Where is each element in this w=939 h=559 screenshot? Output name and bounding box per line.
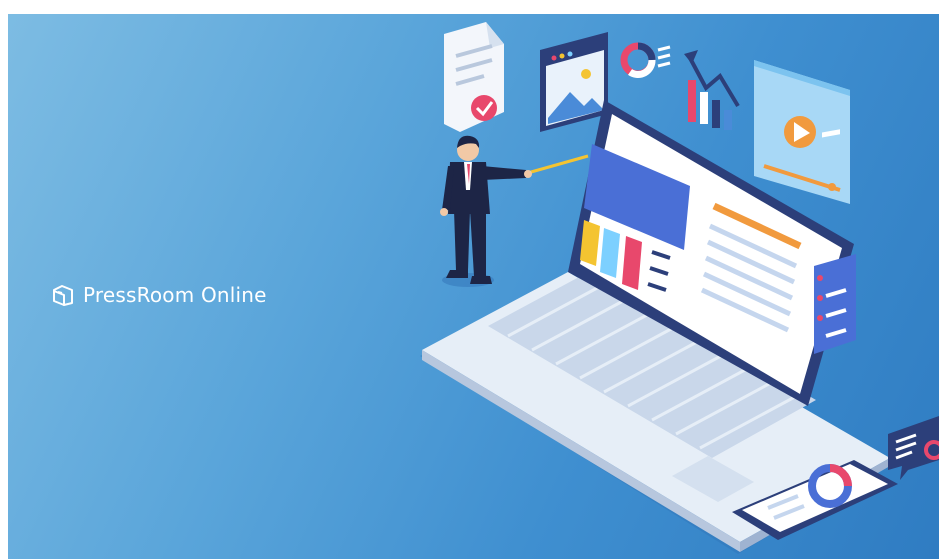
- presenter-figure: [440, 135, 589, 287]
- pressroom-logo-icon: [53, 285, 73, 306]
- chat-bubble-icon: [888, 416, 939, 480]
- brand-logo: PressRoom Online: [51, 282, 267, 308]
- brand-name: PressRoom Online: [83, 283, 267, 307]
- donut-chart-icon: [620, 42, 671, 78]
- growth-bar-chart-icon: [684, 50, 740, 130]
- hero-banner: PressRoom Online: [8, 14, 939, 559]
- document-check-icon: [444, 22, 504, 132]
- image-window-icon: [540, 32, 608, 132]
